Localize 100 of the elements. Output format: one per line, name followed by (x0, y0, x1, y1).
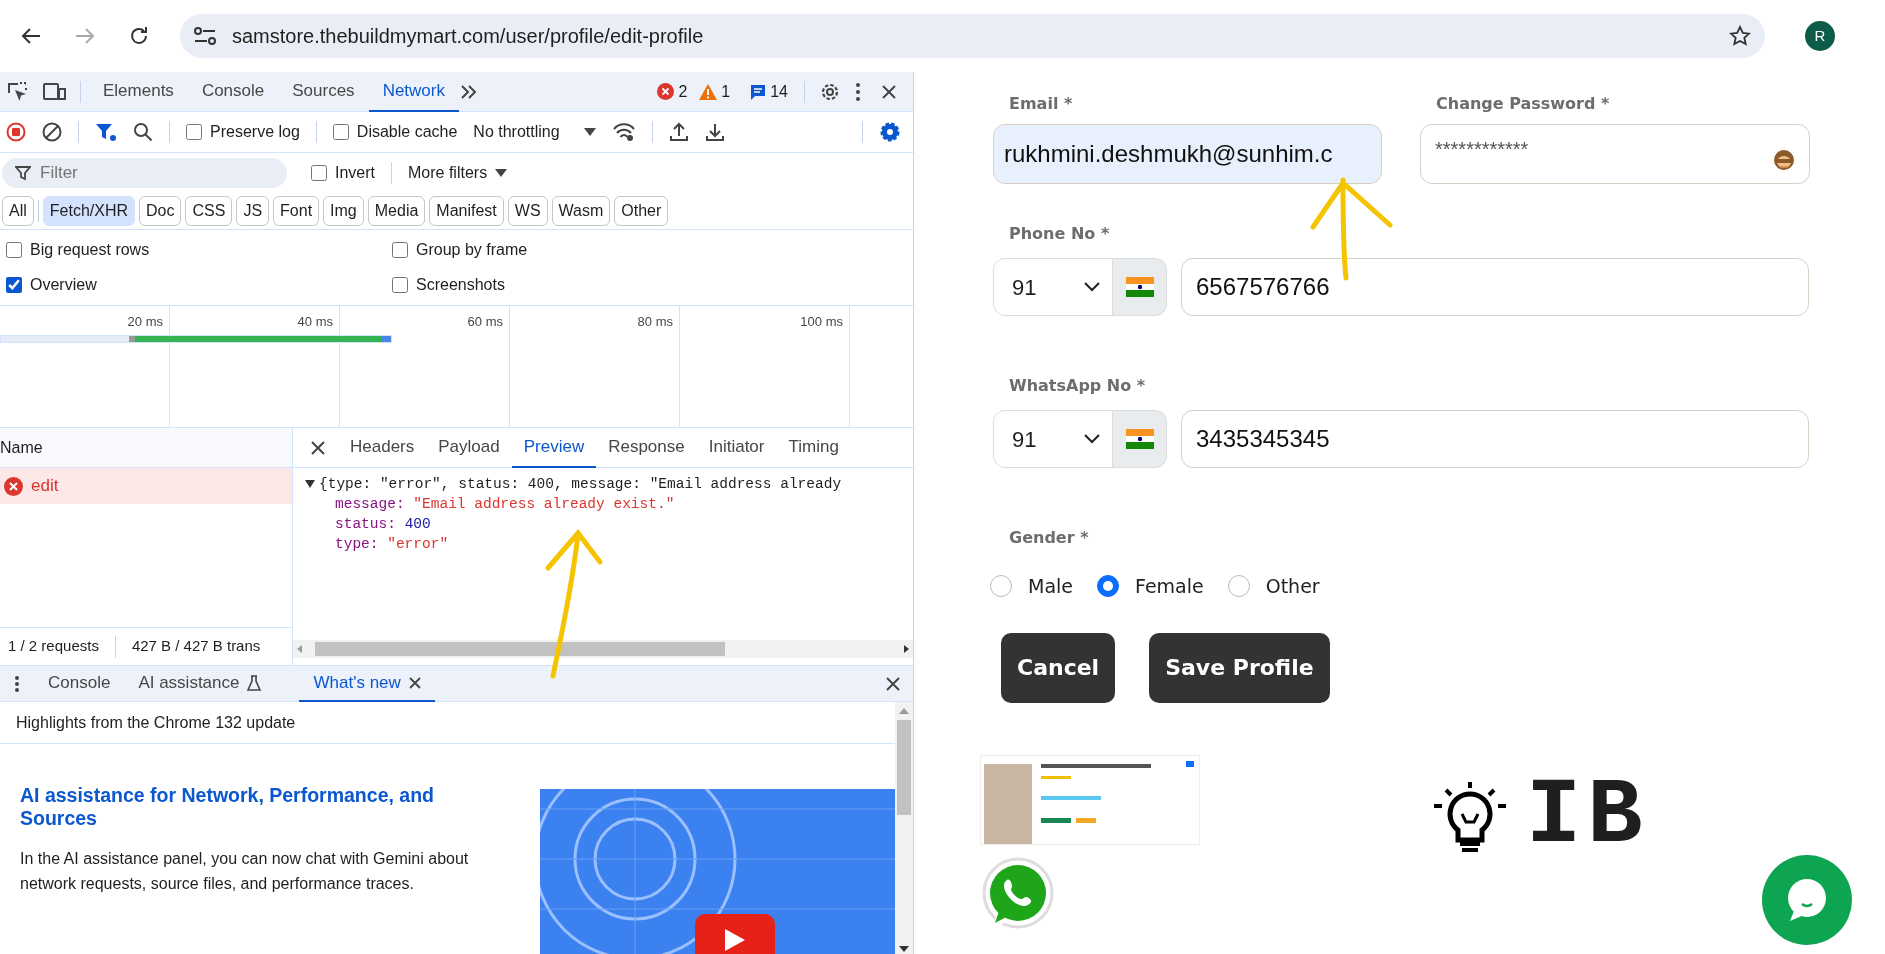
type-filter-chip[interactable]: Fetch/XHR (42, 196, 136, 226)
json-property: status: 400 (334, 515, 432, 534)
timeline-tick-label: 80 ms (637, 314, 673, 329)
password-field[interactable]: ************ (1420, 124, 1810, 184)
checkbox[interactable] (332, 124, 349, 140)
checkbox[interactable] (392, 242, 408, 259)
scroll-down-icon[interactable] (898, 944, 910, 954)
expanded-triangle-icon[interactable] (305, 479, 315, 489)
search-icon[interactable] (133, 122, 153, 142)
clear-icon[interactable] (42, 122, 62, 142)
timeline-tick-label: 20 ms (127, 314, 163, 329)
drawer-tab[interactable]: AI assistance (124, 665, 276, 702)
horizontal-scrollbar[interactable] (293, 640, 913, 658)
timeline-tick-label: 60 ms (467, 314, 503, 329)
panel-tab[interactable]: Elements (89, 71, 188, 112)
vertical-scrollbar[interactable] (895, 702, 913, 954)
column-header[interactable]: Name (0, 435, 43, 460)
monkey-face-icon[interactable] (1772, 148, 1796, 172)
type-filter-chip[interactable]: Font (273, 196, 320, 226)
radio-button[interactable] (990, 575, 1012, 598)
site-settings-icon[interactable] (194, 26, 216, 46)
dropdown-triangle-icon[interactable] (495, 169, 508, 177)
panel-tab[interactable]: Console (187, 71, 279, 112)
chevron-down-icon (1084, 434, 1100, 444)
type-filter-chip[interactable]: Img (323, 196, 364, 226)
detail-tab[interactable]: Payload (426, 427, 512, 468)
json-property: message: "Email address already exist." (334, 495, 676, 514)
timeline-tick-label: 100 ms (800, 314, 843, 329)
close-icon[interactable] (310, 439, 326, 456)
request-row[interactable]: edit (0, 468, 292, 504)
panel-tab[interactable]: Sources (278, 71, 369, 112)
checkbox[interactable] (6, 276, 22, 293)
network-conditions-icon[interactable] (611, 122, 636, 142)
type-filter-chip[interactable]: Other (614, 196, 669, 226)
inspect-icon[interactable] (6, 80, 28, 103)
type-filter-chip[interactable]: Doc (139, 196, 182, 226)
cancel-button[interactable]: Cancel (1001, 632, 1116, 703)
close-icon[interactable] (885, 675, 901, 692)
country-code-select[interactable]: 91 (993, 410, 1113, 468)
detail-tab[interactable]: Preview (511, 427, 597, 468)
field-label: Change Password * (1435, 93, 1611, 115)
status-summary: 427 B / 427 B trans (131, 636, 261, 657)
phone-number-field[interactable]: 6567576766 (1181, 258, 1809, 316)
email-field[interactable]: rukhmini.deshmukh@sunhim.c (993, 124, 1382, 184)
radio-button[interactable] (1097, 575, 1119, 598)
close-icon[interactable] (881, 83, 897, 100)
checkbox[interactable] (186, 124, 202, 140)
drawer-tab[interactable]: What's new (299, 665, 435, 702)
checkbox-label: Preserve log (210, 122, 300, 142)
more-filters-dropdown[interactable]: More filters (408, 161, 488, 185)
checkbox[interactable] (311, 165, 327, 181)
radio-label: Female (1135, 574, 1204, 599)
checkbox-label: Group by frame (416, 240, 528, 261)
field-label: WhatsApp No * (1008, 375, 1147, 397)
throttling-dropdown[interactable]: No throttling (473, 120, 560, 144)
type-filter-chip[interactable]: WS (507, 196, 548, 226)
radio-button[interactable] (1227, 575, 1250, 598)
chevron-down-icon (1084, 282, 1100, 292)
type-filter-chip[interactable]: JS (236, 196, 270, 226)
panel-tab[interactable]: Network (368, 71, 459, 112)
more-tabs-chevron-icon[interactable] (459, 83, 479, 100)
save-button[interactable]: Save Profile (1149, 632, 1330, 703)
checkbox-label: Invert (335, 163, 375, 183)
detail-tab[interactable]: Timing (776, 427, 851, 468)
checkbox-label: Big request rows (30, 240, 150, 261)
download-icon[interactable] (704, 122, 725, 142)
message-icon (750, 83, 767, 100)
error-icon (4, 476, 23, 496)
flag-icon (1125, 429, 1154, 449)
type-filter-chip[interactable]: All (2, 196, 34, 226)
phone-number-field[interactable]: 3435345345 (1181, 410, 1809, 468)
drawer-menu-icon[interactable] (14, 674, 20, 693)
detail-tab[interactable]: Headers (338, 427, 427, 468)
article-title[interactable]: AI assistance for Network, Performance, and Sources (20, 784, 480, 831)
filter-field[interactable]: Filter (2, 158, 287, 188)
upload-icon[interactable] (668, 122, 689, 142)
type-filter-chip[interactable]: Manifest (429, 196, 504, 226)
radio-label: Male (1028, 574, 1073, 599)
drawer-tab[interactable]: Console (34, 665, 125, 702)
type-filter-chip[interactable]: CSS (185, 196, 233, 226)
close-icon[interactable] (408, 676, 421, 689)
country-code-select[interactable]: 91 (993, 258, 1113, 316)
reload-icon[interactable] (128, 25, 150, 47)
json-summary: {type: "error", status: 400, message: "Email address already (319, 475, 842, 494)
stop-recording-icon[interactable] (6, 122, 26, 142)
checkbox[interactable] (392, 276, 408, 293)
video-thumbnail[interactable] (540, 789, 895, 954)
more-options-icon[interactable] (855, 81, 861, 102)
filter-icon[interactable] (95, 122, 117, 142)
profile-avatar[interactable]: R (1805, 21, 1835, 51)
article-text: In the AI assistance panel, you can now chat with Gemini about network requests, source files, and performance traces. (20, 848, 470, 894)
type-filter-chip[interactable]: Wasm (551, 196, 611, 226)
network-settings-icon[interactable] (879, 121, 901, 143)
detail-tab[interactable]: Initiator (696, 427, 777, 468)
device-toolbar-icon[interactable] (42, 81, 66, 102)
bookmark-star-icon[interactable] (1729, 25, 1751, 47)
checkbox[interactable] (6, 242, 22, 259)
dropdown-triangle-icon[interactable] (583, 128, 596, 136)
type-filter-chip[interactable]: Media (367, 196, 426, 226)
detail-tab[interactable]: Response (596, 427, 697, 468)
